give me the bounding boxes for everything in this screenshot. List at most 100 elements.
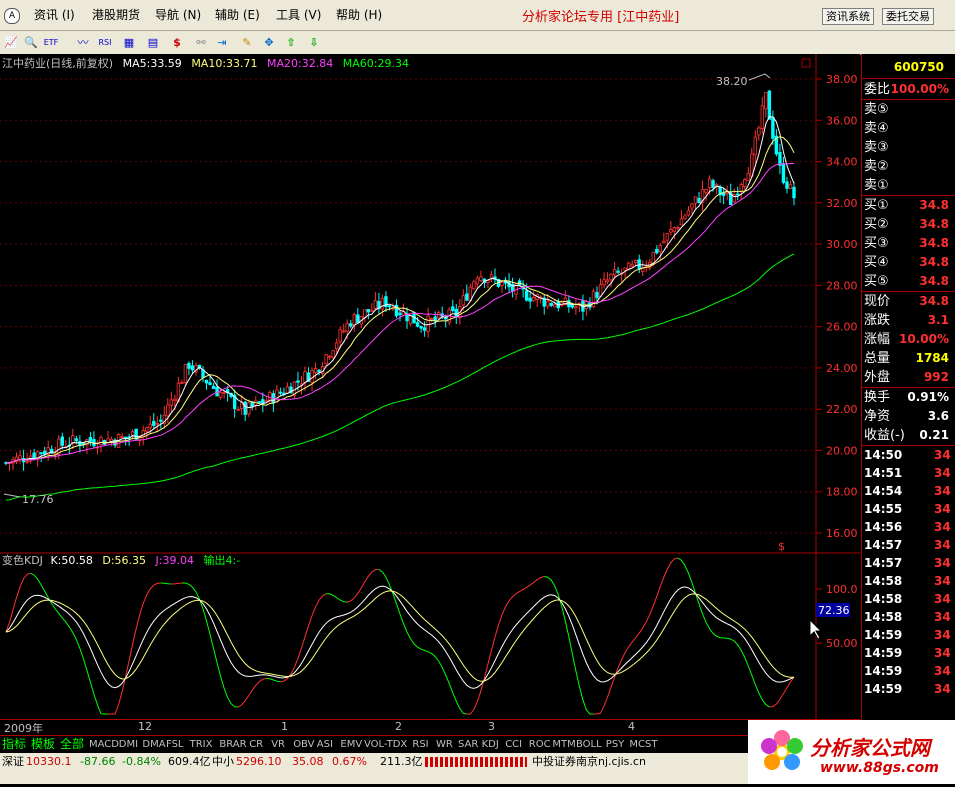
indicator-tab[interactable]: PSY (606, 737, 625, 752)
move-icon[interactable]: ✥ (260, 33, 278, 51)
etf-icon[interactable]: ETF (42, 33, 60, 51)
dollar-icon[interactable]: $ (168, 33, 186, 51)
export-icon[interactable]: ⇥ (213, 33, 231, 51)
candle (549, 303, 553, 306)
pencil-icon[interactable]: ✎ (238, 33, 256, 51)
zx-index-pct: 0.67% (332, 755, 367, 768)
menu-item-hk-futures[interactable]: 港股期货 (92, 7, 140, 23)
candle (781, 163, 786, 183)
x-label-2009: 2009年 (4, 722, 43, 735)
candle (655, 248, 659, 254)
menu-item-info[interactable]: 资讯 (I) (34, 7, 75, 23)
tick-row: 14:57 34 (862, 554, 955, 572)
tick-price: 34 (934, 466, 951, 480)
rsi-icon[interactable]: RSI (96, 33, 114, 51)
indicator-tab[interactable]: KDJ (482, 737, 499, 752)
app-icon[interactable]: A (4, 8, 20, 24)
candle (743, 179, 747, 187)
indicator-tab[interactable]: BOLL (576, 737, 602, 752)
candle (327, 355, 332, 358)
menu-item-tools[interactable]: 工具 (V) (276, 7, 321, 23)
buy-row: 买④ 34.8 (862, 253, 955, 272)
tick-row: 14:57 34 (862, 536, 955, 554)
indicator-tab[interactable]: CR (249, 737, 263, 752)
candle (387, 305, 392, 308)
stat-row: 收益(-) 0.21 (862, 426, 955, 445)
sell-row: 卖③ (862, 138, 955, 157)
kdj-j-label: J:39.04 (155, 554, 194, 567)
indicator-tab[interactable]: ROC (529, 737, 551, 752)
stat-row-value: 3.6 (927, 409, 949, 423)
indicator-tab[interactable]: DMI (119, 737, 138, 752)
indicator-tab[interactable]: MACD (89, 737, 119, 752)
buy-row-label: 买⑤ (864, 274, 889, 289)
indicator-tab[interactable]: EMV (340, 737, 362, 752)
indicator-tab[interactable]: BRAR (219, 737, 246, 752)
sz-index-label: 深证 (2, 755, 24, 768)
candle (704, 189, 708, 193)
candle (169, 399, 174, 406)
candle (697, 197, 701, 203)
kdj-tick-50: 50.00 (826, 637, 858, 650)
indicator-tab[interactable]: ASI (317, 737, 333, 752)
sell-row-label: 卖④ (864, 121, 889, 136)
menu-item-assist[interactable]: 辅助 (E) (215, 7, 260, 23)
buy-row-label: 买④ (864, 255, 889, 270)
indicator-tab[interactable]: MCST (629, 737, 657, 752)
y-tick-label: 20.00 (826, 444, 858, 457)
candle (602, 279, 606, 286)
stat-row-value: 992 (923, 370, 949, 384)
table-icon[interactable]: ▤ (144, 33, 162, 51)
candlestick-chart-canvas: 38.00 36.00 34.00 32.00 30.00 28.00 26.00 24.00… (0, 54, 860, 554)
indicator-tab[interactable]: WR (436, 737, 453, 752)
indicator-tab[interactable]: SAR (458, 737, 478, 752)
chart-icon[interactable]: 📈 (2, 33, 20, 51)
stat-row-label: 涨幅 (864, 332, 891, 347)
stat-row: 涨幅 10.00% (862, 330, 955, 349)
link-icon[interactable]: ⚯ (192, 33, 210, 51)
candlestick-chart[interactable]: 38.00 36.00 34.00 32.00 30.00 28.00 26.00 24.00… (0, 54, 860, 554)
tick-row: 14:55 34 (862, 500, 955, 518)
candle (257, 401, 261, 404)
indicator-tab[interactable]: CCI (505, 737, 522, 752)
candle (633, 260, 638, 264)
info-system-button[interactable]: 资讯系统 (822, 8, 874, 25)
tick-row: 14:54 34 (862, 482, 955, 500)
quote-panel: 600750 委比 100.00% 卖⑤ 卖④ 卖③ 卖② 卖① 买① 34.8 买② 34.8 买③… (861, 54, 955, 734)
trade-button[interactable]: 委托交易 (882, 8, 934, 25)
candle (475, 277, 480, 285)
indicator-tab[interactable]: RSI (412, 737, 428, 752)
indicator-tab[interactable]: 全部 (60, 737, 84, 752)
candle (243, 401, 247, 415)
y-tick-label: 24.00 (826, 362, 858, 375)
indicator-tab[interactable]: DMA (142, 737, 165, 752)
arrow-up-icon[interactable]: ⇧ (282, 33, 300, 51)
indicator-tab[interactable]: OBV (293, 737, 314, 752)
weibi-row-label: 委比 (864, 82, 891, 97)
wave-icon[interactable]: 〰 (74, 33, 92, 51)
tick-time: 14:58 (864, 574, 903, 588)
x-label-3: 3 (488, 720, 495, 733)
indicator-tab[interactable]: VR (271, 737, 285, 752)
tick-row: 14:56 34 (862, 518, 955, 536)
x-axis: 2009年 12 1 2 3 4 5 日线 (0, 719, 860, 735)
indicator-tab[interactable]: TRIX (190, 737, 213, 752)
menu-item-navigate[interactable]: 导航 (N) (155, 7, 201, 23)
grid-icon[interactable]: ▦ (120, 33, 138, 51)
indicator-tab[interactable]: 模板 (31, 737, 55, 752)
indicator-tab[interactable]: 指标 (2, 737, 26, 752)
kdj-indicator-chart[interactable]: 100.0 50.00 72.36 变色KDJ K:50.58 D:56.35 … (0, 553, 860, 719)
zx-index-value: 5296.10 (236, 755, 282, 768)
menu-item-help[interactable]: 帮助 (H) (336, 7, 382, 23)
x-label-2: 2 (395, 720, 402, 733)
arrow-down-icon[interactable]: ⇩ (305, 33, 323, 51)
indicator-tab[interactable]: MTM (552, 737, 575, 752)
stat-row: 总量 1784 (862, 349, 955, 368)
kdj-out-label: 输出4:- (203, 554, 240, 567)
zoom-icon[interactable]: 🔍 (22, 33, 40, 51)
candle (222, 392, 226, 394)
indicator-tab[interactable]: VOL-TDX (364, 737, 407, 752)
indicator-tab[interactable]: FSL (166, 737, 184, 752)
candle (500, 282, 504, 286)
buy-row-label: 买① (864, 198, 889, 213)
